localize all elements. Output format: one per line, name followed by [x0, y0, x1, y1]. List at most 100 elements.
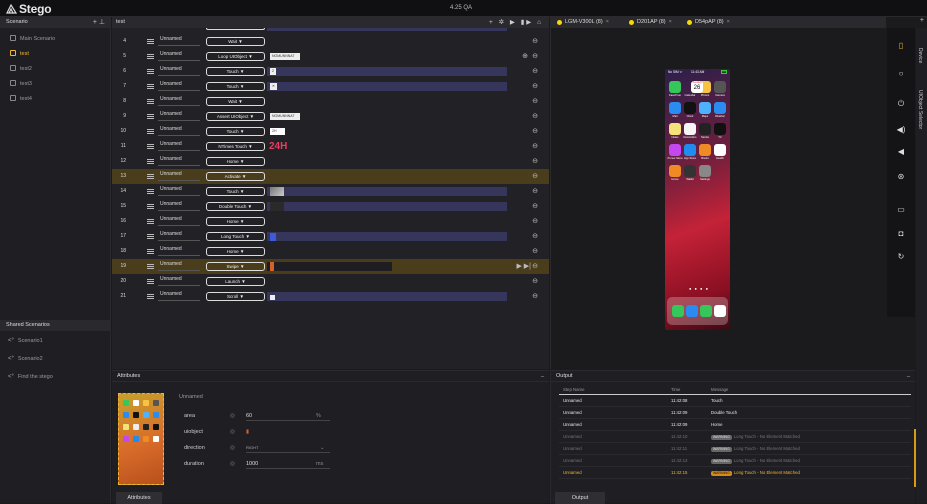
action-dropdown[interactable]: Activate ▼ — [206, 172, 265, 181]
step-row-highlighted[interactable]: 19 Unnamed Swipe ▼ ▶ ▶| ⊖ — [112, 259, 549, 274]
close-icon[interactable]: × — [606, 19, 609, 25]
uiobject-thumbnail[interactable] — [270, 202, 284, 211]
argument-bar[interactable] — [267, 67, 507, 76]
table-row[interactable]: Unnamed 11:42:13 WARNING Long Touch - No El… — [559, 455, 911, 467]
remove-step-icon[interactable]: ⊖ — [532, 52, 538, 60]
step-name[interactable]: Unnamed — [160, 66, 182, 72]
shared-scenario-item[interactable]: <° Find the stego — [0, 370, 111, 385]
volume-down-icon[interactable]: ◀ — [895, 146, 907, 158]
table-row[interactable]: Unnamed 11:42:11 WARNING Long Touch - No El… — [559, 443, 911, 455]
home-button-icon[interactable]: ○ — [895, 68, 907, 80]
screenshot-camera-icon[interactable]: ◘ — [895, 228, 907, 240]
step-name[interactable]: Unnamed — [160, 141, 182, 147]
uiobject-value[interactable]: ▮ — [246, 429, 330, 437]
step-row[interactable]: 7 Unnamed Touch ▼ ✕ ⊖ — [112, 79, 549, 94]
drag-handle-icon[interactable] — [147, 219, 154, 224]
step-name[interactable]: Unnamed — [160, 96, 182, 102]
step-row[interactable]: 5 Unnamed Loop UIObject ▼ NOMUNNNAT ⊕ ⊖ — [112, 49, 549, 64]
phone-app-icon[interactable] — [672, 305, 684, 317]
argument-bar[interactable] — [267, 202, 507, 211]
music-app-icon[interactable] — [714, 305, 726, 317]
action-dropdown[interactable]: Touch ▼ — [206, 127, 265, 136]
drag-handle-icon[interactable] — [147, 249, 154, 254]
messages-app-icon[interactable] — [700, 305, 712, 317]
step-row[interactable]: 18 Unnamed Home ▼ ⊖ — [112, 244, 549, 259]
device-tab[interactable]: D54pAP (8) × — [685, 17, 730, 28]
camera-app-icon[interactable] — [714, 81, 726, 93]
add-device-button[interactable]: + — [920, 17, 924, 24]
step-row[interactable]: 11 Unnamed NTimes Touch ▼ 24H ⊖ — [112, 139, 549, 154]
drag-handle-icon[interactable] — [147, 174, 154, 179]
step-row[interactable]: 17 Unnamed Long Touch ▼ ⊖ — [112, 229, 549, 244]
remove-step-icon[interactable]: ⊖ — [532, 112, 538, 120]
drag-handle-icon[interactable] — [147, 129, 154, 134]
play-step-icon[interactable]: ▶ ▶| — [516, 262, 531, 270]
attributes-tab[interactable]: Attributes — [116, 492, 162, 504]
scenario-add-import-buttons[interactable]: + ⊥ — [93, 17, 105, 28]
uiobject-thumbnail[interactable]: 2H — [270, 128, 285, 135]
calendar-app-icon[interactable]: Tuesday 26 — [691, 81, 703, 93]
health-app-icon[interactable] — [714, 144, 726, 156]
scenario-item[interactable]: test4 — [0, 92, 110, 107]
drag-handle-icon[interactable] — [147, 69, 154, 74]
step-row[interactable]: 10 Unnamed Touch ▼ 2H ⊖ — [112, 124, 549, 139]
device-side-tab[interactable]: Device — [917, 48, 923, 63]
add-step-icon[interactable]: ⊕ — [522, 52, 528, 60]
volume-up-icon[interactable]: ◀) — [895, 124, 907, 136]
direction-select[interactable]: RIGHT — [246, 445, 330, 453]
action-dropdown[interactable]: Touch ▼ — [206, 187, 265, 196]
step-name[interactable]: Unnamed — [160, 291, 182, 297]
drag-handle-icon[interactable] — [147, 144, 154, 149]
step-name[interactable]: Unnamed — [160, 126, 182, 132]
stocks-app-icon[interactable] — [699, 123, 711, 135]
uiobject-thumbnail[interactable] — [270, 187, 284, 196]
minimize-icon[interactable]: _ — [907, 370, 910, 381]
refresh-icon[interactable]: ↻ — [895, 251, 907, 263]
uiobject-selector-side-tab[interactable]: UIObject Selector — [917, 90, 923, 129]
tv-app-icon[interactable] — [714, 123, 726, 135]
scenario-item[interactable]: Main Scenario — [0, 32, 110, 47]
maps-app-icon[interactable] — [699, 102, 711, 114]
step-row[interactable]: 9 Unnamed Assert UIObject ▼ NOMUNNNAT ⊖ — [112, 109, 549, 124]
table-row[interactable]: Unnamed 11:42:10 WARNING Long Touch - No El… — [559, 431, 911, 443]
output-scrollbar[interactable] — [914, 429, 916, 487]
shared-scenario-item[interactable]: <° Scenario2 — [0, 352, 111, 367]
step-row[interactable]: 6 Unnamed Touch ▼ 2 ⊖ — [112, 64, 549, 79]
step-row[interactable]: 14 Unnamed Touch ▼ ⊖ — [112, 184, 549, 199]
step-name[interactable]: Unnamed — [160, 276, 182, 282]
clock-app-icon[interactable] — [684, 102, 696, 114]
weather-app-icon[interactable] — [714, 102, 726, 114]
output-tab[interactable]: Output — [555, 492, 605, 504]
step-row[interactable]: 15 Unnamed Double Touch ▼ ⊖ — [112, 199, 549, 214]
action-dropdown[interactable]: Wait ▼ — [206, 97, 265, 106]
drag-handle-icon[interactable] — [147, 39, 154, 44]
safari-app-icon[interactable] — [686, 305, 698, 317]
books-app-icon[interactable] — [699, 144, 711, 156]
action-dropdown[interactable]: Home ▼ — [206, 217, 265, 226]
scenario-item-active[interactable]: test — [0, 47, 110, 62]
step-name[interactable]: Unnamed — [160, 81, 182, 87]
step-name[interactable]: Unnamed — [160, 171, 182, 177]
uiobject-thumbnail[interactable] — [270, 233, 276, 241]
drag-handle-icon[interactable] — [147, 204, 154, 209]
remove-step-icon[interactable]: ⊖ — [532, 232, 538, 240]
drag-handle-icon[interactable] — [147, 84, 154, 89]
close-icon[interactable]: × — [669, 19, 672, 25]
drag-handle-icon[interactable] — [147, 294, 154, 299]
step-row[interactable]: 12 Unnamed Home ▼ ⊖ — [112, 154, 549, 169]
argument-bar[interactable] — [267, 292, 507, 301]
uiobject-thumbnail[interactable]: NOMUNNNAT — [270, 53, 300, 60]
step-name[interactable]: Unnamed — [160, 216, 182, 222]
action-dropdown[interactable]: Assert UIObject ▼ — [206, 112, 265, 121]
phone-device-icon[interactable]: ▯ — [895, 40, 907, 52]
action-dropdown[interactable]: Scroll ▼ — [206, 292, 265, 301]
remove-step-icon[interactable]: ⊖ — [532, 292, 538, 300]
drag-handle-icon[interactable] — [147, 114, 154, 119]
device-tab[interactable]: D201AP (8) × — [627, 17, 672, 28]
uiobject-thumbnail[interactable] — [270, 295, 275, 300]
action-dropdown[interactable]: NTimes Touch ▼ — [206, 142, 265, 151]
action-dropdown[interactable]: Home ▼ — [206, 157, 265, 166]
remove-step-icon[interactable]: ⊖ — [532, 202, 538, 210]
action-dropdown[interactable]: Wait ▼ — [206, 37, 265, 46]
drag-handle-icon[interactable] — [147, 189, 154, 194]
